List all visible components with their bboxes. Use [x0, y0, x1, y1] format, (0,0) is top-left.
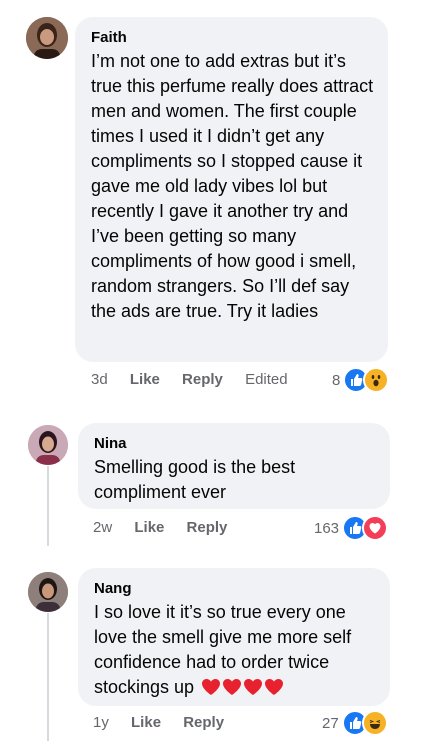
like-button[interactable]: Like	[134, 519, 164, 536]
wow-icon	[363, 367, 390, 393]
comment-bubble: Nang I so love it it’s so true every one…	[78, 568, 390, 706]
comment-bubble: Nina Smelling good is the best complimen…	[78, 423, 390, 509]
timestamp[interactable]: 2w	[93, 519, 112, 536]
love-icon	[362, 515, 389, 541]
comment-author[interactable]: Faith	[91, 28, 374, 47]
avatar[interactable]	[26, 17, 68, 59]
timestamp[interactable]: 3d	[91, 371, 108, 388]
comment-text: I’m not one to add extras but it’s true …	[91, 51, 374, 321]
comment-actions: 1y Like Reply	[93, 714, 242, 731]
comment-author[interactable]: Nina	[94, 434, 376, 453]
heart-emoji-icons	[201, 678, 285, 696]
heart-icon	[202, 679, 221, 695]
heart-icon	[244, 679, 263, 695]
reaction-summary[interactable]: 163	[314, 515, 389, 541]
reply-button[interactable]: Reply	[182, 371, 223, 388]
thread-line	[47, 613, 49, 741]
comment-bubble: Faith I’m not one to add extras but it’s…	[75, 17, 388, 362]
edited-label: Edited	[245, 371, 288, 388]
comment-text: I so love it it’s so true every one love…	[94, 600, 376, 700]
timestamp[interactable]: 1y	[93, 714, 109, 731]
avatar[interactable]	[28, 572, 68, 612]
comment-author[interactable]: Nang	[94, 579, 376, 598]
reply-button[interactable]: Reply	[183, 714, 224, 731]
comment-actions: 2w Like Reply	[93, 519, 245, 536]
reaction-count: 27	[322, 714, 339, 732]
reply-button[interactable]: Reply	[187, 519, 228, 536]
haha-icon	[361, 710, 388, 736]
thread-line	[47, 466, 49, 546]
heart-icon	[223, 679, 242, 695]
reaction-count: 163	[314, 519, 340, 537]
comment-actions: 3d Like Reply Edited	[91, 371, 306, 388]
reaction-summary[interactable]: 27	[322, 710, 388, 736]
heart-icon	[265, 679, 284, 695]
reaction-summary[interactable]: 8	[332, 367, 390, 393]
like-button[interactable]: Like	[131, 714, 161, 731]
reaction-count: 8	[332, 371, 341, 389]
like-button[interactable]: Like	[130, 371, 160, 388]
comment-text: Smelling good is the best compliment eve…	[94, 457, 296, 502]
avatar[interactable]	[28, 425, 68, 465]
